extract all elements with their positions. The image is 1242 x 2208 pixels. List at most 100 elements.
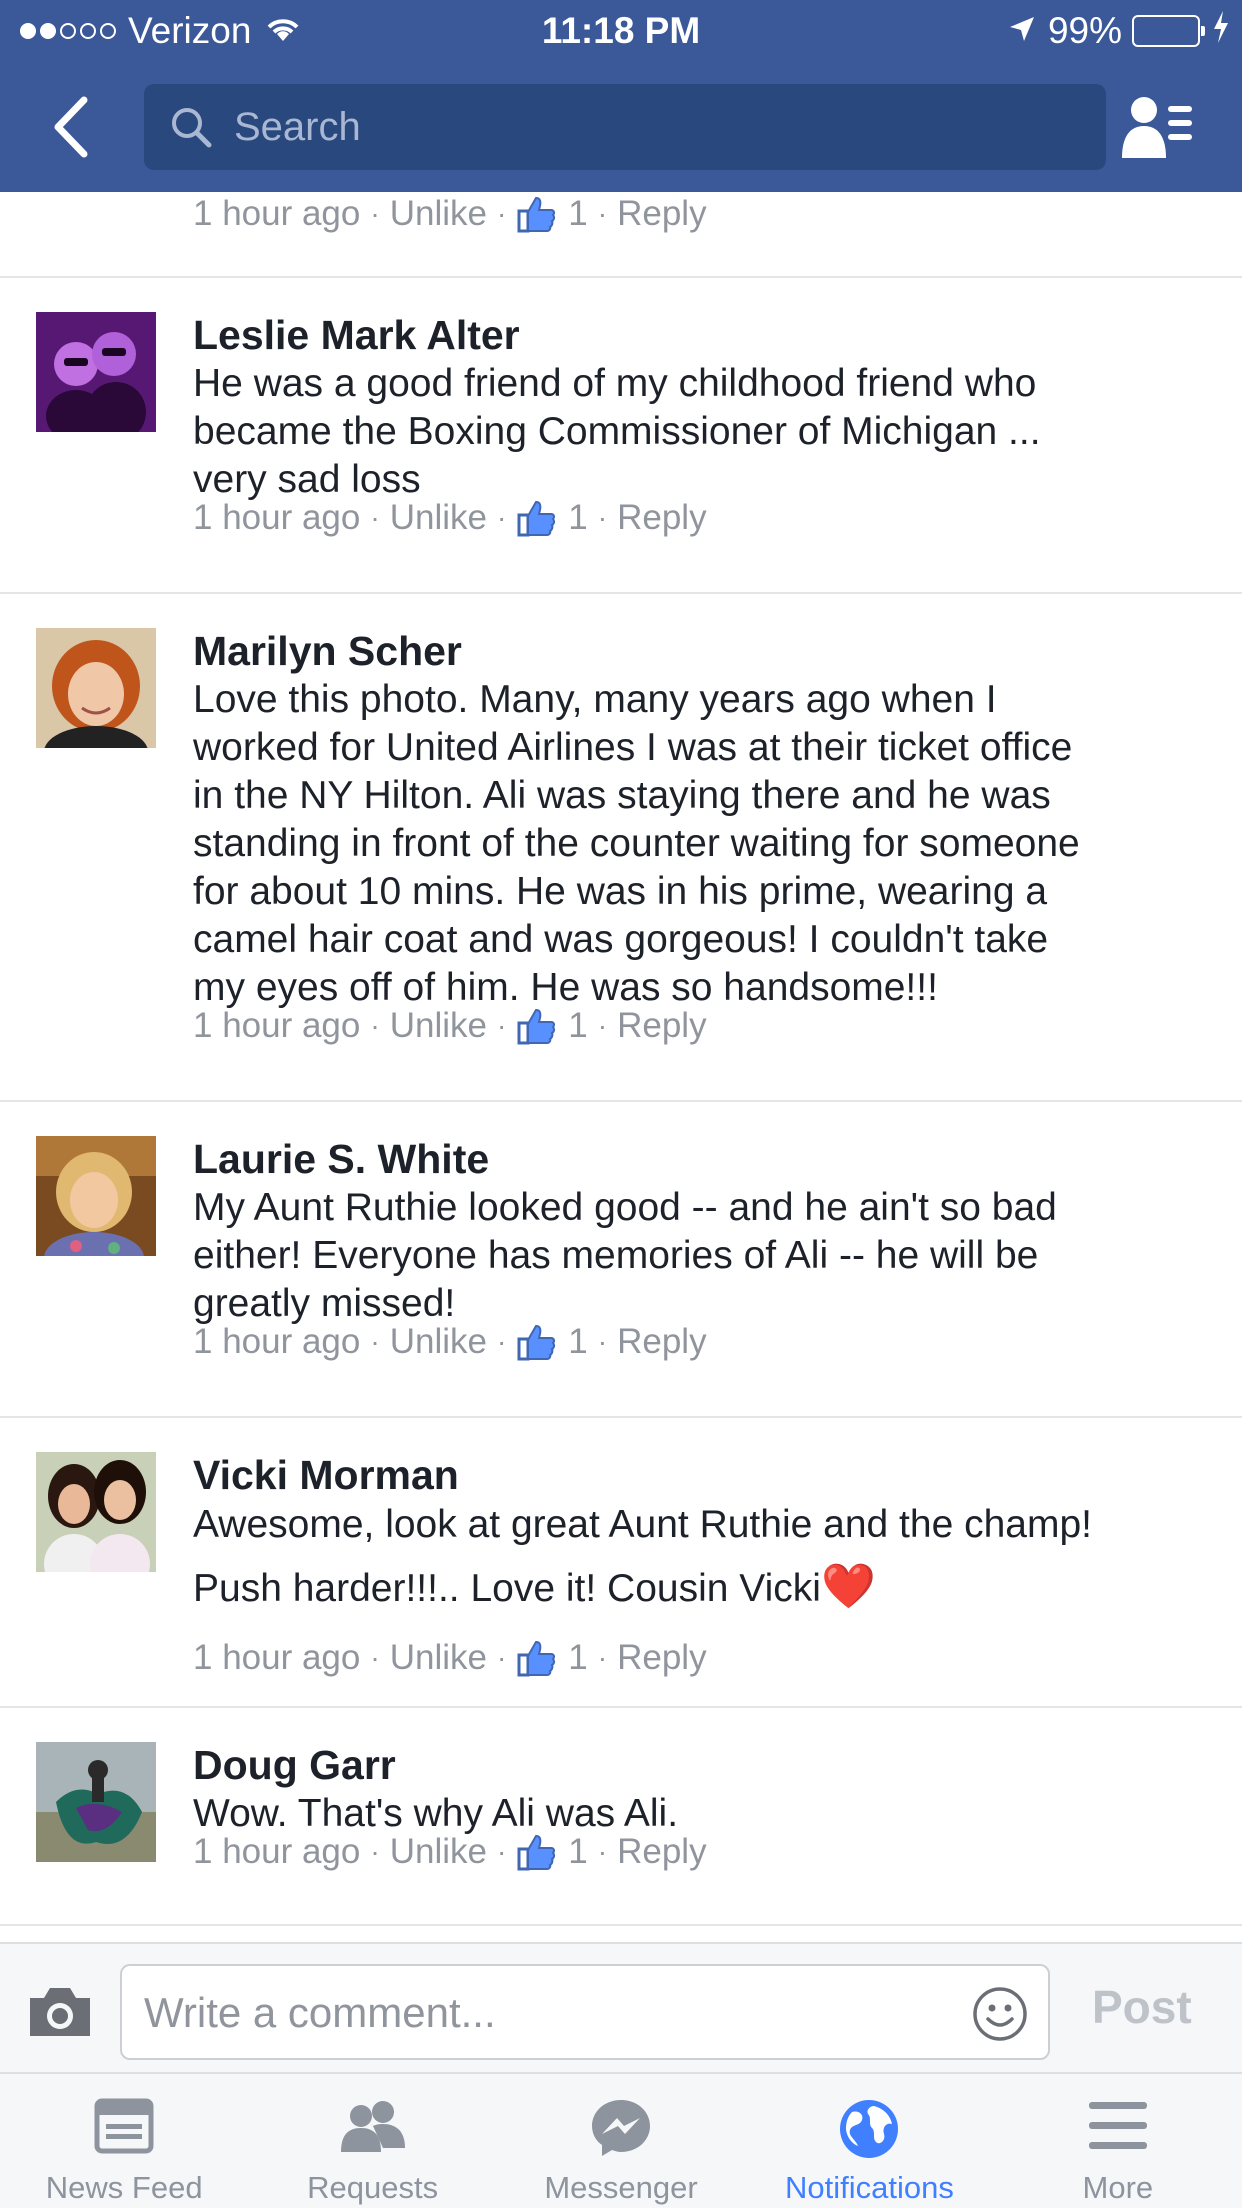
post-button[interactable]: Post — [1092, 1980, 1192, 2034]
reply-link[interactable]: Reply — [617, 1006, 706, 1046]
comment-line: Love this photo. Many, many years ago wh… — [193, 678, 997, 721]
comment-meta: 1 hour ago · Unlike · 1 · Reply — [193, 498, 707, 538]
avatar[interactable] — [36, 1452, 156, 1572]
like-thumb-icon — [517, 1834, 556, 1871]
globe-icon — [840, 2100, 899, 2158]
comment-meta: 1 hour ago · Unlike · 1 · Reply — [193, 1638, 707, 1678]
avatar[interactable] — [36, 312, 156, 432]
comment-line: He was a good friend of my childhood fri… — [193, 362, 1037, 405]
unlike-link[interactable]: Unlike — [390, 194, 487, 234]
emoji-button[interactable] — [972, 1986, 1028, 2042]
comment-line: Push harder!!!.. Love it! Cousin Vicki❤️ — [193, 1562, 876, 1611]
commenter-name[interactable]: Laurie S. White — [193, 1136, 489, 1183]
divider — [0, 1100, 1242, 1102]
divider — [0, 1416, 1242, 1418]
like-count: 1 — [568, 498, 588, 537]
comment-meta: 1 hour ago · Unlike · 1 · Reply — [193, 1006, 707, 1046]
tab-messenger[interactable]: Messenger — [497, 2074, 745, 2208]
avatar[interactable] — [36, 1136, 156, 1256]
reply-link[interactable]: Reply — [617, 194, 706, 234]
tab-label: News Feed — [45, 2170, 203, 2205]
comment-text: Awesome, look at great Aunt Ruthie and t… — [193, 1494, 1213, 1620]
divider — [0, 1706, 1242, 1708]
news-feed-icon — [94, 2098, 154, 2154]
comment-meta: 1 hour ago · Unlike · 1 · Reply — [193, 1322, 707, 1362]
tab-label: Requests — [307, 2170, 439, 2205]
commenter-name[interactable]: Doug Garr — [193, 1742, 396, 1789]
unlike-link[interactable]: Unlike — [390, 1322, 487, 1362]
friend-list-button[interactable] — [1120, 94, 1194, 160]
heart-emoji: ❤️ — [820, 1562, 876, 1611]
like-count: 1 — [568, 1006, 588, 1045]
comment-line: for about 10 mins. He was in his prime, … — [193, 870, 1048, 913]
search-input[interactable] — [234, 104, 1074, 150]
back-button[interactable] — [50, 92, 90, 162]
like-count: 1 — [568, 1832, 588, 1871]
top-bar: Verizon 11:18 PM 99% — [0, 0, 1242, 192]
like-thumb-icon — [517, 500, 556, 537]
person-list-icon — [1122, 97, 1192, 158]
comment-time: 1 hour ago — [193, 1832, 361, 1871]
search-bar[interactable] — [144, 84, 1106, 170]
reply-link[interactable]: Reply — [617, 498, 706, 538]
battery-percentage: 99% — [1047, 10, 1122, 51]
divider — [0, 276, 1242, 278]
reply-link[interactable]: Reply — [617, 1322, 706, 1362]
reply-link[interactable]: Reply — [617, 1832, 706, 1872]
tab-news-feed[interactable]: News Feed — [0, 2074, 248, 2208]
like-count: 1 — [568, 1322, 588, 1361]
camera-icon — [30, 1988, 90, 2036]
unlike-link[interactable]: Unlike — [390, 1638, 487, 1678]
comment-time: 1 hour ago — [193, 1322, 361, 1361]
comment-time: 1 hour ago — [193, 194, 361, 233]
charging-bolt-icon — [1212, 10, 1230, 52]
comment-line: my eyes off of him. He was so handsome!!… — [193, 966, 938, 1009]
divider — [0, 592, 1242, 594]
comment-line: Wow. That's why Ali was Ali. — [193, 1792, 679, 1835]
like-count: 1 — [568, 1638, 588, 1677]
comment-time: 1 hour ago — [193, 498, 361, 537]
comment-text: Love this photo. Many, many years ago wh… — [193, 676, 1213, 1012]
requests-icon — [340, 2101, 405, 2152]
avatar[interactable] — [36, 1742, 156, 1862]
comment-line: became the Boxing Commissioner of Michig… — [193, 410, 1041, 453]
camera-button[interactable] — [26, 1984, 94, 2040]
tab-requests[interactable]: Requests — [248, 2074, 496, 2208]
comment-text: Wow. That's why Ali was Ali. — [193, 1790, 1213, 1838]
like-count: 1 — [568, 194, 588, 233]
unlike-link[interactable]: Unlike — [390, 498, 487, 538]
tab-notifications[interactable]: Notifications — [745, 2074, 993, 2208]
comment-list: 1 hour ago · Unlike · 1 · Reply Leslie M… — [0, 192, 1242, 1942]
comment-meta: 1 hour ago · Unlike · 1 · Reply — [193, 1832, 707, 1872]
comment-line: either! Everyone has memories of Ali -- … — [193, 1234, 1039, 1277]
comment-box[interactable] — [120, 1964, 1050, 2060]
tab-label: More — [1082, 2170, 1154, 2205]
tab-more[interactable]: More — [994, 2074, 1242, 2208]
tab-label: Messenger — [544, 2170, 698, 2205]
commenter-name[interactable]: Marilyn Scher — [193, 628, 462, 675]
comment-line: My Aunt Ruthie looked good -- and he ain… — [193, 1186, 1057, 1229]
divider — [0, 1924, 1242, 1926]
unlike-link[interactable]: Unlike — [390, 1832, 487, 1872]
search-icon — [172, 108, 212, 148]
reply-link[interactable]: Reply — [617, 1638, 706, 1678]
like-thumb-icon — [517, 196, 556, 233]
comment-line: worked for United Airlines I was at thei… — [193, 726, 1073, 769]
comment-line: very sad loss — [193, 458, 421, 501]
like-thumb-icon — [517, 1008, 556, 1045]
battery-icon — [1132, 15, 1205, 47]
location-arrow-icon — [1008, 10, 1036, 52]
comment-line: standing in front of the counter waiting… — [193, 822, 1080, 865]
smiley-icon — [973, 1987, 1027, 2041]
unlike-link[interactable]: Unlike — [390, 1006, 487, 1046]
comment-meta: 1 hour ago · Unlike · 1 · Reply — [193, 194, 707, 234]
avatar[interactable] — [36, 628, 156, 748]
like-thumb-icon — [517, 1324, 556, 1361]
comment-time: 1 hour ago — [193, 1006, 361, 1045]
commenter-name[interactable]: Leslie Mark Alter — [193, 312, 520, 359]
comment-line: greatly missed! — [193, 1282, 456, 1325]
comment-input[interactable] — [144, 1988, 944, 2038]
commenter-name[interactable]: Vicki Morman — [193, 1452, 459, 1499]
comment-composer: Post — [0, 1942, 1242, 2072]
tab-label: Notifications — [784, 2170, 954, 2205]
